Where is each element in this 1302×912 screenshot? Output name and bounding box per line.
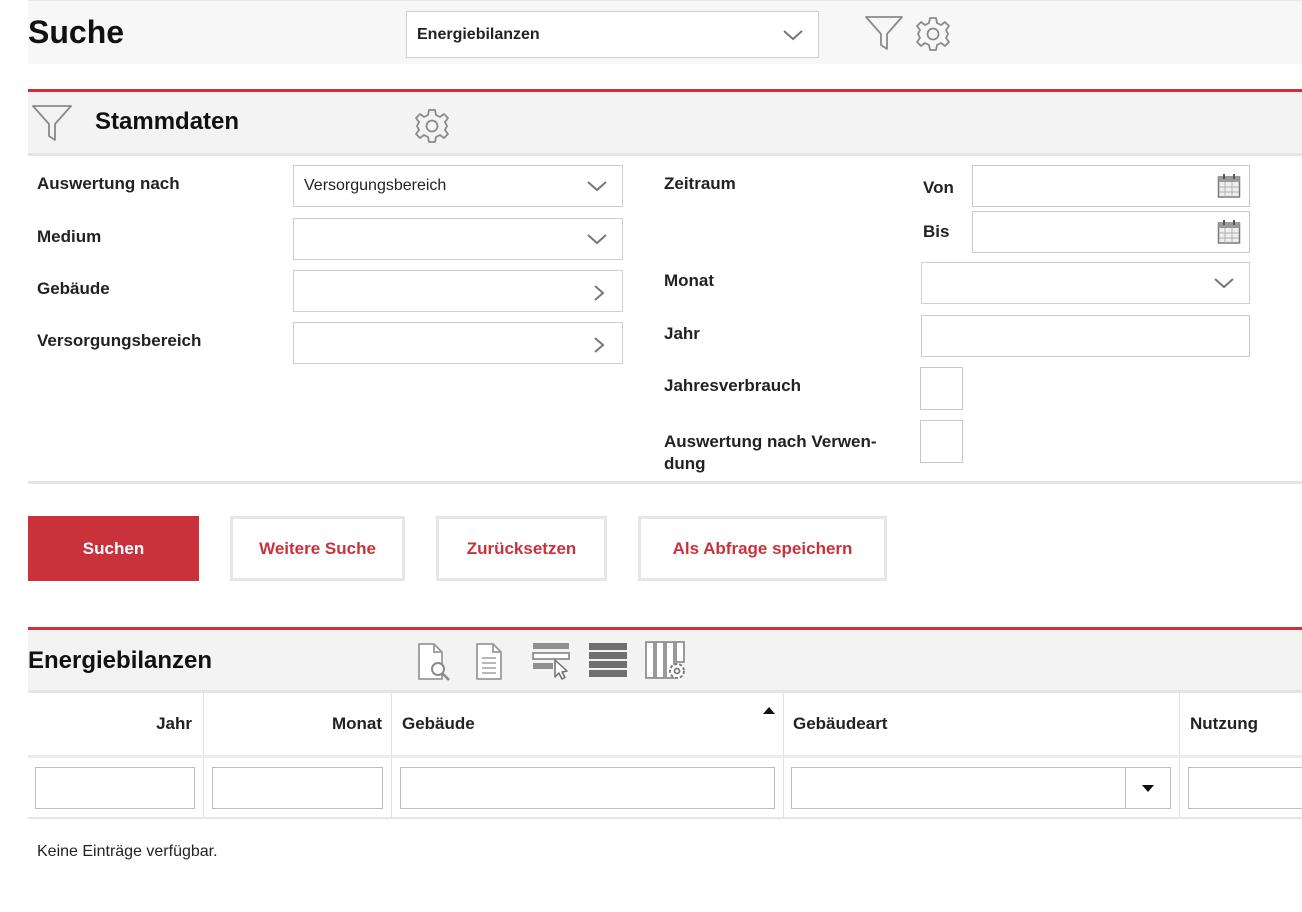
verwendung-label-line2: dung bbox=[664, 454, 706, 473]
column-header-gebaeude[interactable]: Gebäude bbox=[392, 693, 782, 755]
column-header-monat[interactable]: Monat bbox=[204, 693, 390, 755]
filter-icon[interactable] bbox=[864, 14, 904, 52]
verwendung-label-line1: Auswertung nach Verwen- bbox=[664, 432, 877, 451]
calendar-icon[interactable] bbox=[1217, 219, 1241, 245]
document-icon[interactable] bbox=[474, 642, 504, 682]
search-button[interactable]: Suchen bbox=[28, 516, 199, 581]
select-rows-icon[interactable] bbox=[532, 640, 572, 680]
caret-down-icon[interactable] bbox=[1141, 784, 1155, 793]
column-header-nutzung[interactable]: Nutzung bbox=[1180, 693, 1302, 755]
auswertung-select[interactable]: Versorgungsbereich bbox=[293, 165, 623, 207]
monat-select[interactable] bbox=[921, 262, 1250, 304]
filter-gebaeudeart-select[interactable] bbox=[791, 767, 1171, 809]
more-search-button[interactable]: Weitere Suche bbox=[230, 516, 405, 581]
section-title: Stammdaten bbox=[95, 108, 240, 135]
gebaeude-label: Gebäude bbox=[37, 279, 110, 298]
chevron-right-icon bbox=[592, 336, 606, 353]
filter-gebaeude-input[interactable] bbox=[400, 767, 775, 809]
search-type-value: Energiebilanzen bbox=[417, 25, 540, 43]
verwendung-label: Auswertung nach Verwen- dung bbox=[664, 431, 877, 475]
reset-button[interactable]: Zurücksetzen bbox=[436, 516, 607, 581]
table-divider bbox=[28, 817, 1302, 819]
versorgungsbereich-label: Versorgungsbereich bbox=[37, 331, 202, 350]
calendar-icon[interactable] bbox=[1217, 173, 1241, 199]
dropdown-separator bbox=[1125, 767, 1126, 809]
results-title: Energiebilanzen bbox=[28, 647, 213, 674]
save-query-button[interactable]: Als Abfrage speichern bbox=[638, 516, 887, 581]
auswertung-value: Versorgungsbereich bbox=[304, 177, 447, 194]
jahresverbrauch-label: Jahresverbrauch bbox=[664, 376, 802, 395]
chevron-down-icon bbox=[782, 28, 804, 42]
gear-icon[interactable] bbox=[413, 107, 451, 145]
chevron-down-icon bbox=[1213, 276, 1235, 290]
chevron-down-icon bbox=[586, 232, 608, 246]
medium-select[interactable] bbox=[293, 218, 623, 260]
gebaeude-picker[interactable] bbox=[293, 270, 623, 312]
bis-date-input[interactable] bbox=[972, 211, 1250, 253]
zeitraum-label: Zeitraum bbox=[664, 174, 736, 193]
medium-label: Medium bbox=[37, 227, 102, 246]
column-header-jahr[interactable]: Jahr bbox=[28, 693, 202, 755]
page-title: Suche bbox=[28, 14, 125, 50]
von-label: Von bbox=[923, 178, 954, 197]
von-date-input[interactable] bbox=[972, 165, 1250, 207]
section-divider bbox=[28, 481, 1302, 484]
section-divider bbox=[28, 153, 1302, 156]
filter-jahr-input[interactable] bbox=[35, 767, 195, 809]
jahresverbrauch-checkbox[interactable] bbox=[920, 367, 963, 410]
preview-icon[interactable] bbox=[416, 642, 452, 682]
chevron-down-icon bbox=[586, 179, 608, 193]
gear-icon[interactable] bbox=[914, 15, 952, 53]
filter-icon[interactable] bbox=[31, 103, 73, 143]
chevron-right-icon bbox=[592, 284, 606, 301]
empty-message: Keine Einträge verfügbar. bbox=[37, 843, 218, 860]
jahr-input[interactable] bbox=[921, 315, 1250, 357]
sort-ascending-icon[interactable] bbox=[762, 706, 776, 715]
bis-label: Bis bbox=[923, 222, 950, 241]
column-header-gebaeudeart[interactable]: Gebäudeart bbox=[784, 693, 1178, 755]
table-divider bbox=[28, 755, 1302, 758]
monat-label: Monat bbox=[664, 271, 715, 290]
search-type-select[interactable]: Energiebilanzen bbox=[406, 11, 819, 58]
versorgungsbereich-picker[interactable] bbox=[293, 322, 623, 364]
rows-list-icon[interactable] bbox=[588, 641, 628, 681]
filter-monat-input[interactable] bbox=[212, 767, 383, 809]
jahr-label: Jahr bbox=[664, 324, 700, 343]
column-settings-icon[interactable] bbox=[644, 640, 688, 682]
auswertung-label: Auswertung nach bbox=[37, 174, 180, 193]
filter-nutzung-input[interactable] bbox=[1188, 767, 1302, 809]
verwendung-checkbox[interactable] bbox=[920, 420, 963, 463]
